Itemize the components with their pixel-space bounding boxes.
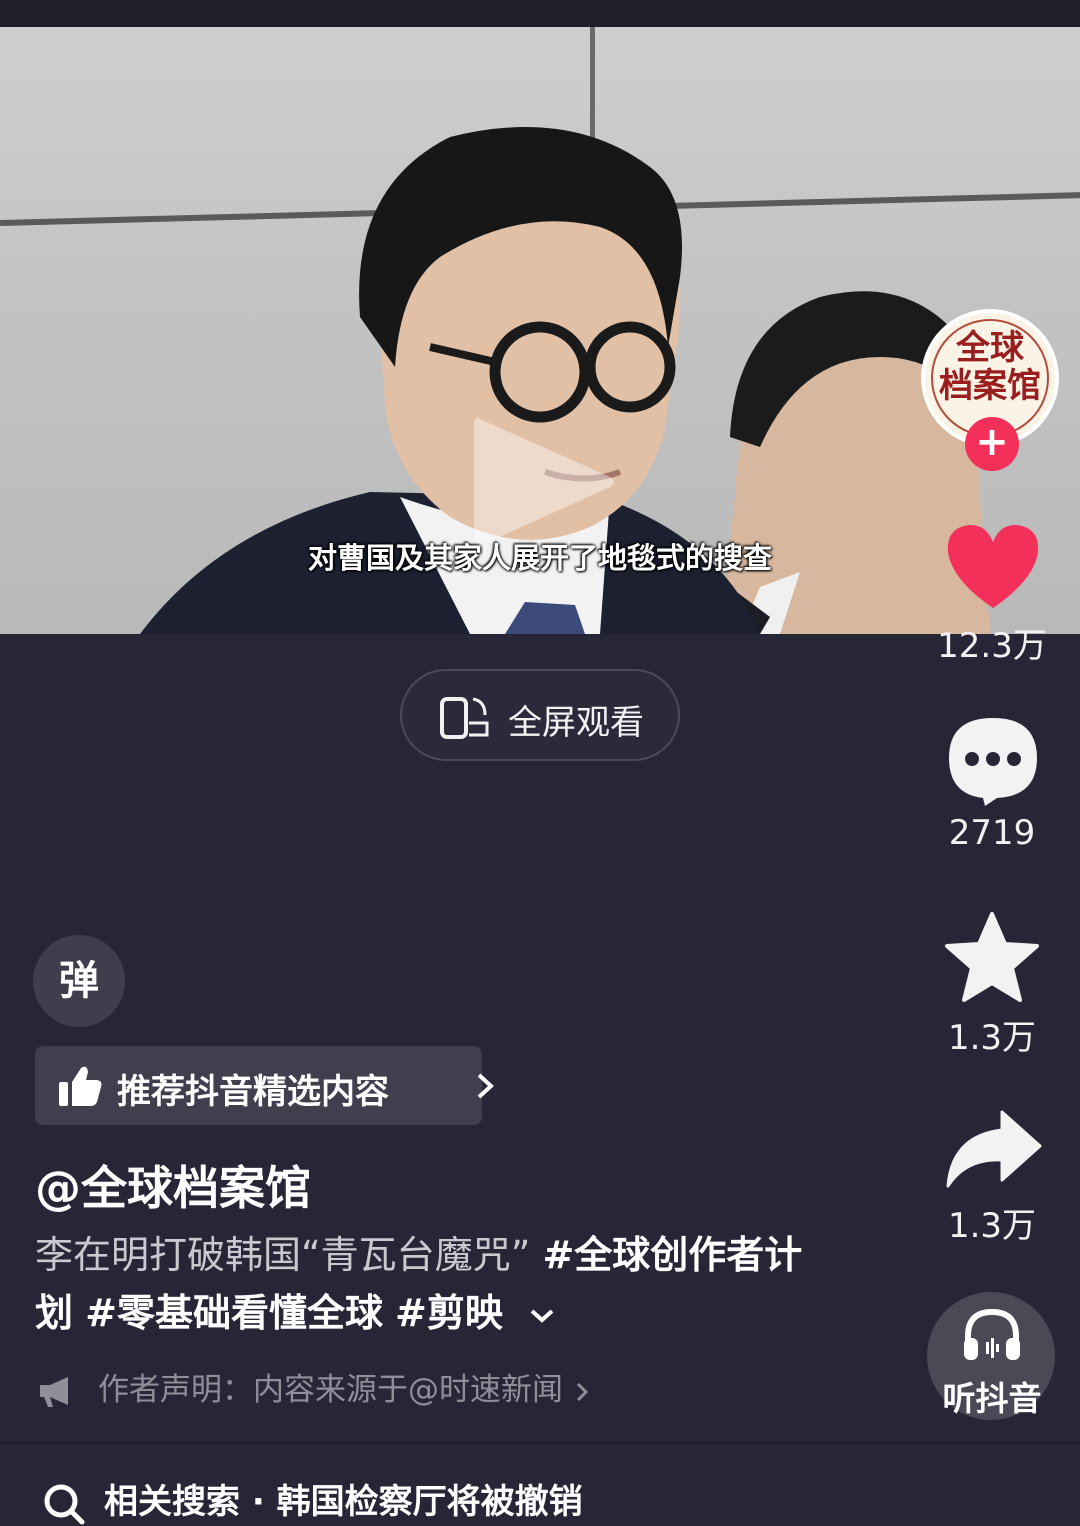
recommend-banner[interactable]: 推荐抖音精选内容: [35, 1046, 494, 1125]
search-icon: [44, 1484, 85, 1524]
favorite-count: 1.3万: [947, 1018, 1037, 1058]
related-search[interactable]: 相关搜索 · 韩国检察厅将被撤销: [42, 1474, 583, 1526]
video-subtitle: 对曹国及其家人展开了地毯式的搜查: [307, 541, 772, 575]
heart-icon[interactable]: [944, 522, 1042, 612]
danmu-toggle[interactable]: 弹: [33, 935, 125, 1027]
comment-icon[interactable]: [945, 712, 1041, 808]
fullscreen-label: 全屏观看: [508, 703, 644, 743]
recommend-label: 推荐抖音精选内容: [117, 1072, 389, 1112]
listen-label[interactable]: 听抖音: [922, 1372, 1062, 1420]
headphones-icon: [964, 1308, 1020, 1360]
chevron-down-icon[interactable]: [529, 1308, 555, 1324]
video-player[interactable]: 对曹国及其家人展开了地毯式的搜查: [0, 27, 1080, 634]
video-description[interactable]: 李在明打破韩国“青瓦台魔咒” #全球创作者计划 #零基础看懂全球 #剪映: [35, 1226, 835, 1342]
fullscreen-button[interactable]: 全屏观看: [400, 669, 680, 761]
star-icon[interactable]: [944, 910, 1040, 1004]
author-name[interactable]: @全球档案馆: [35, 1152, 311, 1218]
follow-button[interactable]: +: [965, 417, 1019, 471]
megaphone-icon: [40, 1376, 68, 1407]
divider: [0, 1442, 1080, 1444]
author-declaration[interactable]: 作者声明：内容来源于@时速新闻: [38, 1364, 611, 1409]
comment-count: 2719: [948, 813, 1036, 853]
chevron-right-icon: [477, 1073, 494, 1099]
share-count: 1.3万: [947, 1206, 1037, 1246]
description-text: 李在明打破韩国“青瓦台魔咒”: [35, 1233, 543, 1277]
avatar-logo-line2: 档案馆: [939, 366, 1041, 406]
chevron-right-icon: [576, 1382, 589, 1401]
hashtag-3[interactable]: #剪映: [395, 1291, 503, 1335]
rotate-phone-icon: [440, 697, 489, 739]
like-count: 12.3万: [937, 626, 1047, 666]
thumbs-up-icon: [59, 1066, 102, 1106]
related-search-text: 相关搜索 · 韩国检察厅将被撤销: [104, 1482, 583, 1522]
hashtag-2[interactable]: #零基础看懂全球: [85, 1291, 383, 1335]
declaration-text: 作者声明：内容来源于@时速新闻: [98, 1372, 563, 1408]
status-bar: [0, 0, 1080, 27]
avatar-logo-text: 全球 档案馆: [925, 329, 1055, 405]
share-icon[interactable]: [944, 1108, 1042, 1188]
avatar-logo-line1: 全球: [956, 328, 1024, 368]
